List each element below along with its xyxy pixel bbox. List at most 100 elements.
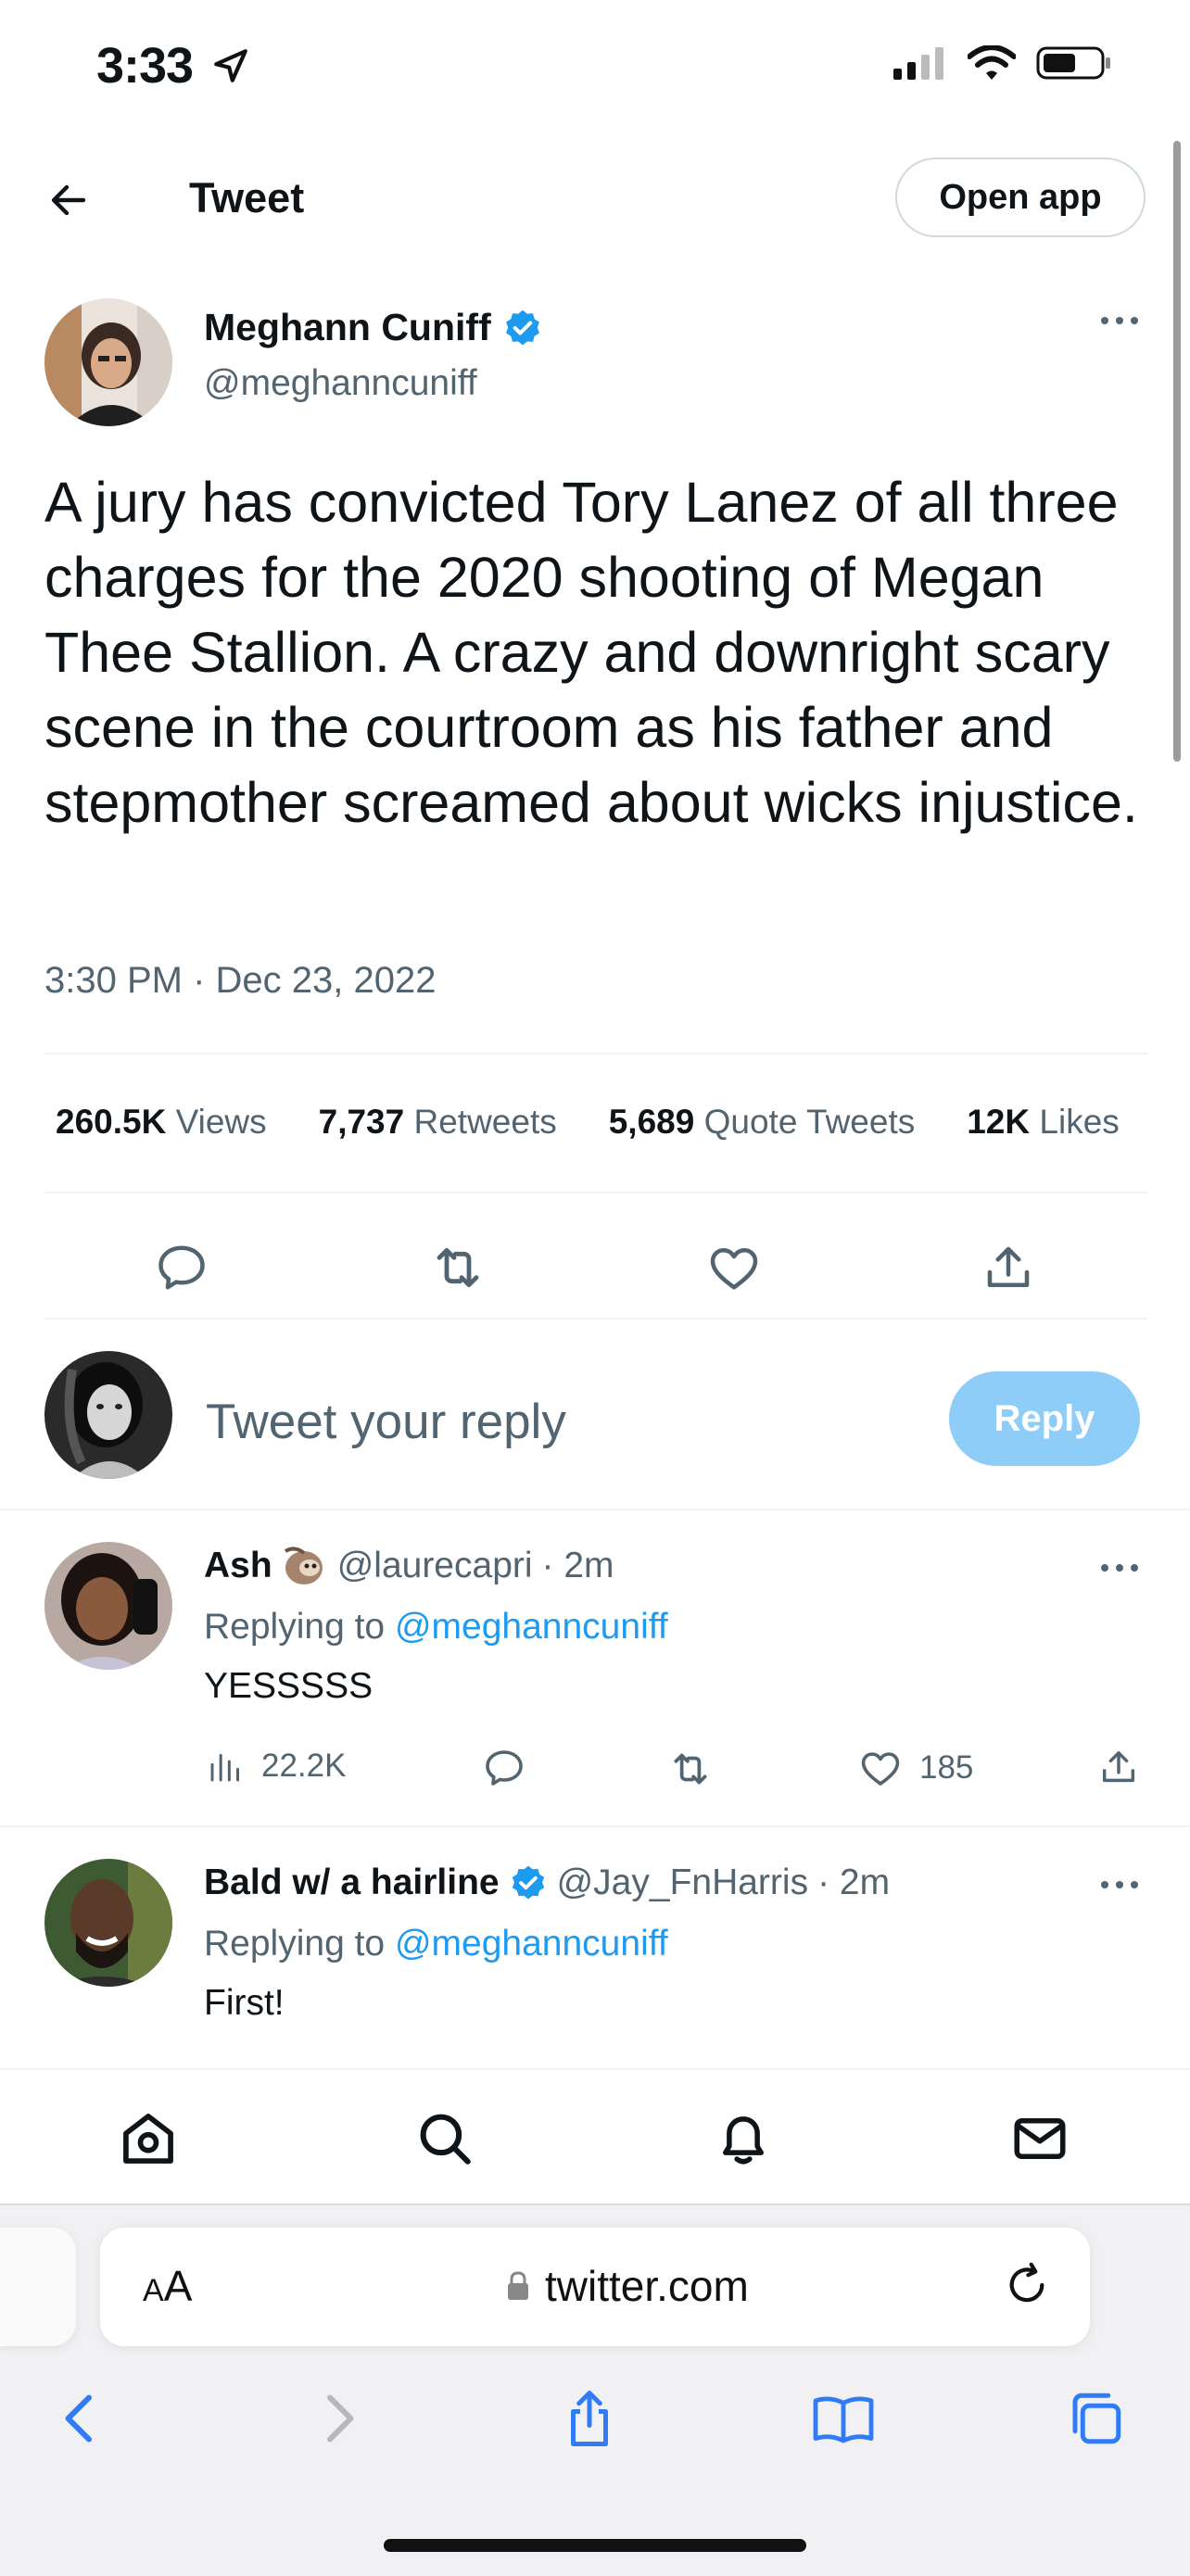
stat-quote-tweets[interactable]: 5,689 Quote Tweets xyxy=(609,1103,916,1142)
verified-badge-icon xyxy=(512,1865,544,1900)
share-icon xyxy=(1102,1750,1135,1783)
retweet-action-button[interactable] xyxy=(421,1231,495,1305)
reply-more-button[interactable] xyxy=(1099,1559,1140,1577)
retweet-icon xyxy=(437,1247,479,1288)
reply-author-name[interactable]: Ash xyxy=(204,1546,272,1586)
cellular-signal-icon xyxy=(893,47,943,80)
retweet-icon xyxy=(674,1753,707,1785)
replying-to: Replying to @meghanncuniff xyxy=(204,1607,668,1648)
reply-text: YESSSSS xyxy=(204,1666,373,1706)
stat-views[interactable]: 260.5K Views xyxy=(56,1103,267,1142)
replying-to-prefix: Replying to xyxy=(204,1924,386,1964)
scrollbar[interactable] xyxy=(1173,141,1181,762)
search-icon xyxy=(420,2114,471,2165)
reply-comment-button[interactable] xyxy=(482,1746,526,1790)
chevron-right-icon xyxy=(327,2394,354,2443)
more-icon xyxy=(1101,1564,1138,1572)
browser-back-button[interactable] xyxy=(43,2381,117,2456)
browser-share-button[interactable] xyxy=(552,2381,627,2456)
comment-icon xyxy=(158,1245,205,1290)
reply-text: First! xyxy=(204,1983,285,2023)
divider xyxy=(44,1053,1147,1054)
home-icon xyxy=(123,2114,173,2164)
url-text: twitter.com xyxy=(545,2262,749,2310)
stat-label: Retweets xyxy=(413,1103,557,1141)
nav-home[interactable] xyxy=(111,2102,185,2176)
reply-author-handle[interactable]: @laurecapri xyxy=(337,1546,533,1586)
divider xyxy=(0,1825,1190,1827)
reader-options-button[interactable]: AA xyxy=(143,2261,192,2311)
nav-messages[interactable] xyxy=(1003,2102,1077,2176)
bell-icon xyxy=(723,2116,764,2165)
heart-icon xyxy=(861,1752,900,1786)
author-name[interactable]: Meghann Cuniff xyxy=(204,306,543,349)
location-arrow-icon xyxy=(211,46,250,85)
reply-like-count: 185 xyxy=(919,1749,974,1786)
reload-button[interactable] xyxy=(1001,2259,1053,2311)
reply-action-button[interactable] xyxy=(145,1231,219,1305)
chevron-left-icon xyxy=(65,2394,92,2443)
url-display[interactable]: twitter.com xyxy=(506,2261,749,2311)
author-name-text: Meghann Cuniff xyxy=(204,306,491,348)
nav-notifications[interactable] xyxy=(706,2102,780,2176)
reply-time[interactable]: · 2m xyxy=(817,1863,890,1903)
tweet-text: A jury has convicted Tory Lanez of all t… xyxy=(44,471,1138,834)
author-handle[interactable]: @meghanncuniff xyxy=(204,363,477,404)
reply-views-count: 22.2K xyxy=(261,1748,347,1784)
reply-retweet-button[interactable] xyxy=(667,1746,714,1792)
home-indicator[interactable] xyxy=(384,2539,806,2552)
stat-value: 7,737 xyxy=(318,1103,405,1141)
analytics-icon xyxy=(210,1753,239,1782)
browser-forward-button[interactable] xyxy=(302,2381,376,2456)
replying-to-prefix: Replying to xyxy=(204,1607,386,1647)
reply-avatar[interactable] xyxy=(44,1859,172,1987)
reply-author-name[interactable]: Bald w/ a hairline xyxy=(204,1863,500,1903)
previous-tab[interactable] xyxy=(0,2228,76,2346)
wifi-icon xyxy=(968,45,1016,80)
stat-label: Quote Tweets xyxy=(703,1103,916,1141)
tweet-more-button[interactable] xyxy=(1099,311,1140,330)
back-button[interactable] xyxy=(41,172,96,228)
author-avatar[interactable] xyxy=(44,298,172,426)
share-icon xyxy=(571,2391,608,2446)
reply-author-handle[interactable]: @Jay_FnHarris xyxy=(557,1863,808,1903)
book-icon xyxy=(813,2396,874,2443)
page-title: Tweet xyxy=(189,174,305,221)
status-time: 3:33 xyxy=(96,37,194,95)
tweet-timestamp[interactable]: 3:30 PM · Dec 23, 2022 xyxy=(44,960,436,1002)
share-icon xyxy=(987,1246,1030,1287)
stat-retweets[interactable]: 7,737 Retweets xyxy=(319,1103,557,1142)
replying-to-link[interactable]: @meghanncuniff xyxy=(395,1607,668,1647)
replying-to: Replying to @meghanncuniff xyxy=(204,1924,668,1964)
lock-icon xyxy=(508,2271,528,2300)
aa-small: A xyxy=(143,2273,164,2308)
bookmarks-button[interactable] xyxy=(806,2381,880,2456)
divider xyxy=(44,1192,1147,1193)
reply-input[interactable]: Tweet your reply xyxy=(206,1394,566,1450)
mail-icon xyxy=(1014,2118,1066,2159)
reply-avatar[interactable] xyxy=(44,1542,172,1670)
open-app-button[interactable]: Open app xyxy=(895,158,1146,237)
stat-value: 12K xyxy=(967,1103,1031,1141)
aa-big: A xyxy=(163,2262,193,2310)
stat-value: 5,689 xyxy=(608,1103,695,1141)
reply-more-button[interactable] xyxy=(1099,1875,1140,1894)
sloth-emoji-icon xyxy=(284,1547,323,1585)
replying-to-link[interactable]: @meghanncuniff xyxy=(395,1924,668,1964)
user-avatar[interactable] xyxy=(44,1351,172,1479)
nav-search[interactable] xyxy=(408,2102,482,2176)
stat-likes[interactable]: 12K Likes xyxy=(967,1103,1120,1142)
more-icon xyxy=(1101,317,1138,324)
reply-views-button[interactable]: 22.2K xyxy=(208,1748,346,1785)
reply-time[interactable]: · 2m xyxy=(542,1546,614,1586)
reply-share-button[interactable] xyxy=(1097,1746,1140,1788)
status-icons xyxy=(892,44,1112,82)
share-action-button[interactable] xyxy=(971,1231,1045,1305)
more-icon xyxy=(1101,1881,1138,1888)
stat-label: Views xyxy=(175,1103,267,1141)
reply-like-button[interactable]: 185 xyxy=(858,1746,973,1790)
like-action-button[interactable] xyxy=(697,1231,771,1305)
reply-header: Ash @laurecapri · 2m xyxy=(204,1546,614,1586)
reply-button[interactable]: Reply xyxy=(949,1371,1140,1466)
tabs-button[interactable] xyxy=(1058,2381,1133,2456)
